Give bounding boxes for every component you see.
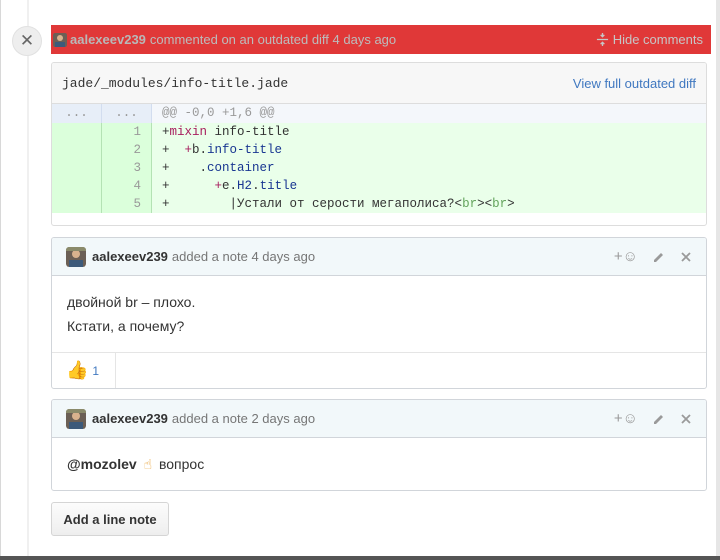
- note-author[interactable]: aalexeev239: [92, 411, 168, 426]
- code-text: +mixin info-title: [162, 125, 290, 139]
- user-mention[interactable]: @mozolev: [67, 456, 137, 472]
- thumbs-up-reaction[interactable]: 👍 1: [52, 353, 116, 388]
- note-text-line: Кстати, а почему?: [67, 318, 185, 334]
- outdated-diff: jade/_modules/info-title.jade View full …: [51, 62, 707, 226]
- comment-meta: commented on an outdated diff 4 days ago: [149, 32, 397, 47]
- note-body: двойной br – плохо. Кстати, а почему?: [52, 276, 706, 352]
- diff-line: 5 + |Устали от серости мегаполиса?<br><b…: [52, 195, 706, 213]
- avatar[interactable]: [66, 408, 86, 429]
- code-text: + +e.H2.title: [162, 179, 298, 193]
- note-body: @mozolev ☝ вопрос: [52, 438, 706, 490]
- delete-note-button[interactable]: [680, 413, 692, 425]
- code-line: +mixin info-title: [152, 123, 706, 141]
- note-header: aalexeev239 added a note 2 days ago +☺: [52, 400, 706, 438]
- file-path: jade/_modules/info-title.jade: [62, 75, 289, 91]
- pointing-up-icon: ☝: [143, 456, 153, 472]
- smiley-icon: +☺: [613, 248, 638, 265]
- reaction-count: 1: [92, 363, 100, 378]
- diff-table: ... ... @@ -0,0 +1,6 @@ 1 +mixin info-ti…: [52, 104, 706, 213]
- edit-note-button[interactable]: [652, 412, 666, 426]
- code-text: + +b.info-title: [162, 143, 283, 157]
- note-author[interactable]: aalexeev239: [92, 249, 168, 264]
- hunk-header-row: ... ... @@ -0,0 +1,6 @@: [52, 104, 706, 123]
- x-icon: [681, 413, 691, 424]
- add-reaction-button[interactable]: +☺: [614, 410, 638, 427]
- comment-author[interactable]: aalexeev239: [70, 32, 146, 47]
- avatar: [53, 32, 67, 47]
- edit-note-button[interactable]: [652, 250, 666, 264]
- view-full-diff-link[interactable]: View full outdated diff: [573, 76, 696, 91]
- diff-line: 3 + .container: [52, 159, 706, 177]
- timeline-line: [27, 0, 29, 560]
- x-icon: [681, 251, 691, 262]
- avatar[interactable]: [66, 246, 86, 267]
- outdated-diff-bar: aalexeev239 commented on an outdated dif…: [51, 25, 711, 54]
- add-reaction-button[interactable]: +☺: [614, 248, 638, 265]
- diff-line: 2 + +b.info-title: [52, 141, 706, 159]
- pencil-icon: [654, 252, 663, 262]
- code-line: + +b.info-title: [152, 141, 706, 159]
- pencil-icon: [654, 414, 663, 424]
- line-number-old[interactable]: [52, 195, 102, 213]
- note-comment: aalexeev239 added a note 4 days ago +☺ д…: [51, 237, 707, 389]
- line-number-new[interactable]: 4: [102, 177, 152, 195]
- line-number-old[interactable]: [52, 141, 102, 159]
- window-bottom-edge: [0, 556, 720, 560]
- hide-comments-button[interactable]: Hide comments: [596, 32, 703, 47]
- diff-header: jade/_modules/info-title.jade View full …: [52, 63, 706, 104]
- line-number-old[interactable]: ...: [52, 104, 102, 123]
- note-actions: +☺: [614, 410, 692, 427]
- scrollbar-track[interactable]: [716, 0, 720, 560]
- note-comment: aalexeev239 added a note 2 days ago +☺ @…: [51, 399, 707, 491]
- diff-line: 4 + +e.H2.title: [52, 177, 706, 195]
- diff-line: 1 +mixin info-title: [52, 123, 706, 141]
- note-header: aalexeev239 added a note 4 days ago +☺: [52, 238, 706, 276]
- line-number-new[interactable]: 1: [102, 123, 152, 141]
- line-number-new[interactable]: 3: [102, 159, 152, 177]
- code-line: + |Устали от серости мегаполиса?<br><br>: [152, 195, 706, 213]
- note-text-line: двойной br – плохо.: [67, 294, 196, 310]
- add-line-note-button[interactable]: Add a line note: [51, 502, 169, 536]
- line-number-new[interactable]: 2: [102, 141, 152, 159]
- line-number-new[interactable]: ...: [102, 104, 152, 123]
- code-text: + .container: [162, 161, 275, 175]
- fold-icon: [596, 33, 608, 46]
- hunk-header: @@ -0,0 +1,6 @@: [162, 106, 275, 120]
- line-number-old[interactable]: [52, 177, 102, 195]
- line-number-old[interactable]: [52, 123, 102, 141]
- code-text: + |Устали от серости мегаполиса?<br><br>: [162, 197, 515, 211]
- line-number-new[interactable]: 5: [102, 195, 152, 213]
- delete-note-button[interactable]: [680, 251, 692, 263]
- note-meta: added a note 4 days ago: [171, 249, 316, 264]
- close-thread-button[interactable]: ✕: [12, 26, 42, 56]
- code-line: + +e.H2.title: [152, 177, 706, 195]
- close-icon: ✕: [19, 31, 35, 50]
- note-meta: added a note 2 days ago: [171, 411, 316, 426]
- code-line: + .container: [152, 159, 706, 177]
- note-actions: +☺: [614, 248, 692, 265]
- smiley-icon: +☺: [613, 410, 638, 427]
- thumbs-up-icon: 👍: [66, 360, 89, 380]
- hide-comments-label: Hide comments: [612, 32, 703, 47]
- line-number-old[interactable]: [52, 159, 102, 177]
- note-reactions: 👍 1: [52, 352, 706, 388]
- note-text: вопрос: [158, 456, 205, 472]
